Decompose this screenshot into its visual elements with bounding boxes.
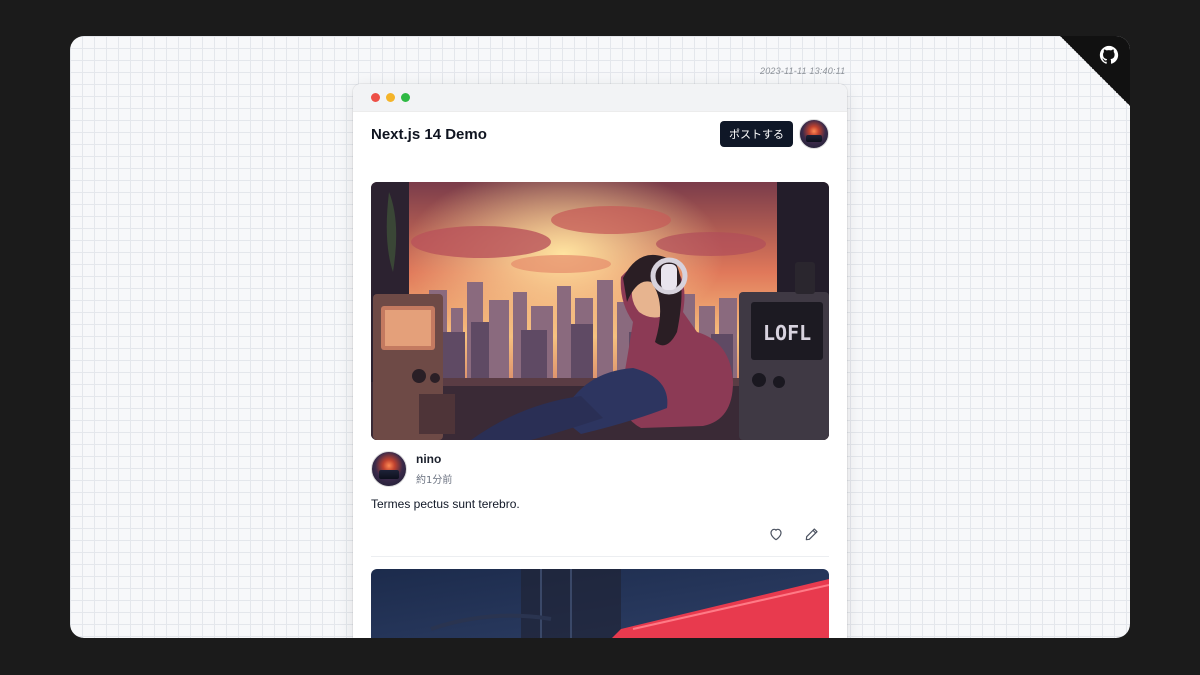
post-divider — [371, 556, 829, 557]
window-zoom-button[interactable] — [401, 93, 410, 102]
post-body: Termes pectus sunt terebro. — [371, 497, 520, 511]
post-feed: LOFL nino 約1分前 Termes pectus sunt terebr… — [353, 156, 847, 638]
heart-icon — [770, 528, 782, 541]
author-avatar[interactable] — [371, 451, 407, 487]
window-titlebar — [353, 84, 847, 112]
post-actions — [371, 525, 829, 543]
author-info: nino 約1分前 — [416, 452, 452, 486]
window-minimize-button[interactable] — [386, 93, 395, 102]
neon-sign-illustration — [371, 569, 829, 638]
pencil-icon — [805, 528, 818, 541]
github-corner-link[interactable] — [1060, 36, 1130, 106]
app-title: Next.js 14 Demo — [371, 125, 487, 143]
browser-window: Next.js 14 Demo ポストする LOFL nino 約1分前 Ter… — [353, 84, 847, 638]
stage-canvas: 2023-11-11 13:40:11 Next.js 14 Demo ポストす… — [70, 36, 1130, 638]
post-image[interactable] — [371, 569, 829, 638]
post-time: 約1分前 — [416, 475, 453, 486]
post-image[interactable]: LOFL — [371, 182, 829, 440]
post-card — [371, 569, 829, 638]
lofi-girl-illustration: LOFL — [371, 182, 829, 440]
like-button[interactable] — [767, 525, 785, 543]
github-icon — [1099, 45, 1119, 64]
svg-text:LOFL: LOFL — [763, 321, 811, 345]
post-meta: nino 約1分前 — [371, 451, 829, 487]
post-button[interactable]: ポストする — [720, 121, 793, 147]
edit-button[interactable] — [803, 525, 821, 543]
author-name[interactable]: nino — [416, 452, 452, 466]
window-close-button[interactable] — [371, 93, 380, 102]
capture-timestamp: 2023-11-11 13:40:11 — [760, 66, 846, 76]
post-card: LOFL nino 約1分前 Termes pectus sunt terebr… — [371, 182, 829, 557]
user-avatar[interactable] — [799, 119, 829, 149]
app-header: Next.js 14 Demo ポストする — [353, 112, 847, 156]
header-actions: ポストする — [720, 119, 829, 149]
